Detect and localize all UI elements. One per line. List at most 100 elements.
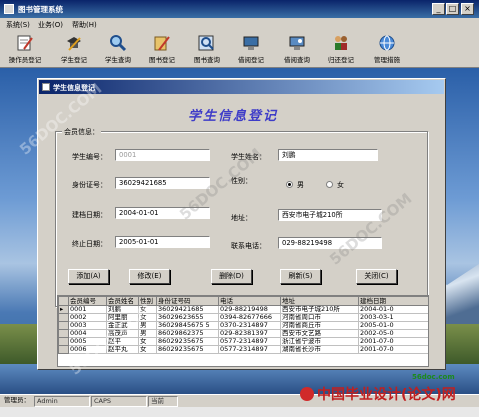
close-button[interactable]: × [461, 3, 474, 15]
cell[interactable]: 赵平 [106, 337, 139, 346]
created-date-field[interactable]: 2004-01-01 [115, 207, 210, 219]
table-row[interactable]: 0002 阿里丽 女 36029623655 0394-82677666 河南省… [58, 313, 428, 322]
cell[interactable]: 西安市文艺路 [280, 329, 359, 338]
management-button[interactable]: 管理措施 [365, 34, 409, 66]
cell[interactable]: 029-82381397 [218, 329, 281, 338]
refresh-button[interactable]: 刷新(S) [280, 269, 321, 284]
cell[interactable]: 029-88219498 [218, 305, 281, 314]
created-date-label: 建档日期： [72, 211, 107, 219]
student-name-field[interactable]: 刘鹏 [278, 149, 378, 161]
cell[interactable]: 0004 [68, 329, 107, 338]
column-header[interactable]: 建档日期 [358, 296, 428, 306]
cell[interactable]: 男 [138, 321, 157, 330]
cell[interactable]: 2002-05-0 [358, 329, 428, 338]
table-row[interactable]: 0005 赵平 女 86029235675 0577-2314897 浙江省宁波… [58, 337, 428, 346]
cell[interactable]: 0001 [68, 305, 107, 314]
cell[interactable]: 0394-82677666 [218, 313, 281, 322]
table-row[interactable]: 0003 金正武 男 36029845675 5 0370-2314897 河南… [58, 321, 428, 330]
menu-system[interactable]: 系统(S) [6, 20, 30, 30]
cell[interactable]: 高茂声 [106, 329, 139, 338]
row-selector[interactable] [58, 321, 69, 330]
row-selector[interactable]: ▸ [58, 305, 69, 314]
brand-logo-icon [300, 387, 314, 401]
cell[interactable]: 86029235675 [156, 345, 219, 354]
pencil-hat-icon [67, 37, 81, 51]
student-no-field[interactable]: 0001 [115, 149, 210, 161]
book-pencil-icon [154, 36, 170, 51]
student-register-button[interactable]: 学生登记 [52, 34, 96, 66]
row-selector[interactable] [58, 337, 69, 346]
cell[interactable]: 刘鹏 [106, 305, 139, 314]
column-header[interactable]: 会员编号 [68, 296, 107, 306]
student-query-button[interactable]: 学生查询 [96, 34, 140, 66]
cell[interactable]: 0003 [68, 321, 107, 330]
gender-male-radio[interactable] [286, 181, 293, 188]
cell[interactable]: 女 [138, 305, 157, 314]
menu-business[interactable]: 业务(O) [38, 20, 63, 30]
status-extra: 当前 [148, 396, 178, 407]
row-selector[interactable] [58, 313, 69, 322]
column-header[interactable]: 会员姓名 [106, 296, 139, 306]
return-register-button[interactable]: 归还登记 [319, 34, 363, 66]
cell[interactable]: 2001-07-0 [358, 345, 428, 354]
cell[interactable]: 36029421685 [156, 305, 219, 314]
table-row[interactable]: ▸ 0001 刘鹏 女 36029421685 029-88219498 西安市… [58, 305, 428, 314]
column-header[interactable]: 地址 [280, 296, 359, 306]
book-query-button[interactable]: 图书查询 [185, 34, 229, 66]
operator-register-button[interactable]: 操作员登记 [3, 34, 47, 66]
book-register-button[interactable]: 图书登记 [140, 34, 184, 66]
menu-help[interactable]: 帮助(H) [72, 20, 97, 30]
cell[interactable]: 0370-2314897 [218, 321, 281, 330]
cell[interactable]: 86029235675 [156, 337, 219, 346]
cell[interactable]: 0005 [68, 337, 107, 346]
cell[interactable]: 0002 [68, 313, 107, 322]
cell[interactable]: 0577-2314897 [218, 337, 281, 346]
id-card-field[interactable]: 36029421685 [115, 177, 210, 189]
maximize-button[interactable]: □ [446, 3, 459, 15]
cell[interactable]: 36029623655 [156, 313, 219, 322]
brand-text: 中国毕业设计(论文)网 [317, 387, 456, 403]
close-form-button[interactable]: 关闭(C) [356, 269, 397, 284]
column-header[interactable]: 电话 [218, 296, 281, 306]
student-register-window: 学生信息登记 学生信息登记 会员信息： 学生编号： 0001 身份证号： 360… [37, 78, 446, 370]
end-date-field[interactable]: 2005-01-01 [115, 236, 210, 248]
edit-button[interactable]: 修改(E) [129, 269, 170, 284]
row-selector[interactable] [58, 345, 69, 354]
cell[interactable]: 女 [138, 313, 157, 322]
row-selector[interactable] [58, 329, 69, 338]
cell[interactable]: 西安市电子城210所 [280, 305, 359, 314]
cell[interactable]: 河南省商丘市 [280, 321, 359, 330]
delete-button[interactable]: 删除(D) [211, 269, 252, 284]
cell[interactable]: 浙江省宁波市 [280, 337, 359, 346]
column-header[interactable]: 性别 [138, 296, 157, 306]
cell[interactable]: 湖南省长沙市 [280, 345, 359, 354]
cell[interactable]: 女 [138, 345, 157, 354]
cell[interactable]: 2004-01-0 [358, 305, 428, 314]
table-row[interactable]: 0004 高茂声 男 86029862375 029-82381397 西安市文… [58, 329, 428, 338]
cell[interactable]: 0577-2314897 [218, 345, 281, 354]
cell[interactable]: 36029845675 5 [156, 321, 219, 330]
lending-query-button[interactable]: 借阅查询 [275, 34, 319, 66]
brand-logo: 中国毕业设计(论文)网 [300, 384, 456, 404]
cell[interactable]: 河南省周口市 [280, 313, 359, 322]
id-card-label: 身份证号： [72, 181, 107, 189]
cell[interactable]: 赵平丸 [106, 345, 139, 354]
gender-female-radio[interactable] [326, 181, 333, 188]
phone-field[interactable]: 029-88219498 [278, 237, 382, 249]
cell[interactable]: 女 [138, 337, 157, 346]
table-row[interactable]: 0006 赵平丸 女 86029235675 0577-2314897 湖南省长… [58, 345, 428, 354]
cell[interactable]: 86029862375 [156, 329, 219, 338]
column-header[interactable]: 身份证号码 [156, 296, 219, 306]
cell[interactable]: 2005-01-0 [358, 321, 428, 330]
cell[interactable]: 0006 [68, 345, 107, 354]
cell[interactable]: 男 [138, 329, 157, 338]
lending-register-button[interactable]: 借阅登记 [229, 34, 273, 66]
cell[interactable]: 2003-03-1 [358, 313, 428, 322]
address-field[interactable]: 西安市电子城210所 [278, 209, 382, 221]
add-button[interactable]: 添加(A) [68, 269, 109, 284]
cell[interactable]: 2001-07-0 [358, 337, 428, 346]
minimize-button[interactable]: _ [432, 3, 445, 15]
cell[interactable]: 金正武 [106, 321, 139, 330]
member-grid[interactable]: 会员编号 会员姓名 性别 身份证号码 电话 地址 建档日期 ▸ 0001 刘鹏 … [57, 295, 429, 367]
cell[interactable]: 阿里丽 [106, 313, 139, 322]
